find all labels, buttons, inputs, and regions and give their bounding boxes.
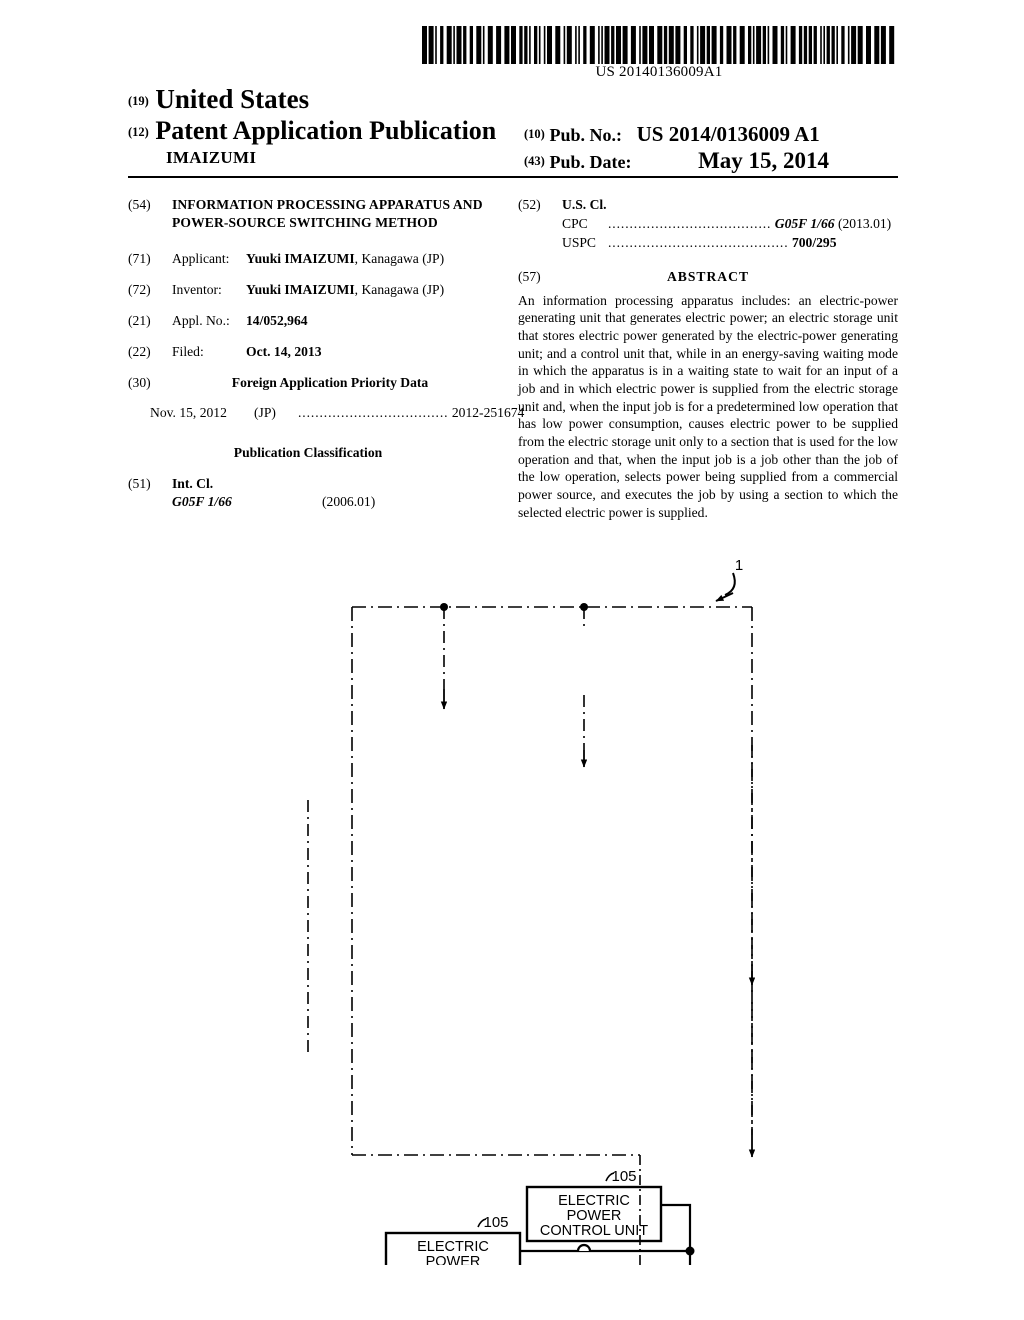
field-tag-54: (54) (128, 197, 151, 212)
publication-barcode (422, 26, 896, 64)
appl-no-value: 14/052,964 (246, 312, 308, 328)
ref-105-operating: 105 (611, 1168, 636, 1185)
kind-code-10: (10) (524, 127, 545, 141)
publication-classification-header: Publication Classification (233, 444, 383, 460)
foreign-priority-header: Foreign Application Priority Data (231, 374, 429, 390)
abstract-text: An information processing apparatus incl… (518, 292, 898, 520)
cpc-value: G05F 1/66 (774, 215, 835, 231)
kind-code-43: (43) (524, 154, 545, 168)
pub-no-value: US 2014/0136009 A1 (636, 122, 820, 146)
cpc-row: CPC.....................................… (562, 215, 898, 233)
kind-code-12: (12) (128, 125, 149, 139)
field-applicant: (71) Applicant: Yuuki IMAIZUMI, Kanagawa … (128, 250, 488, 268)
document-type: Patent Application Publication (155, 116, 497, 145)
bibliographic-right-column: (52) U.S. Cl. CPC.......................… (518, 196, 898, 521)
uspc-row: USPC....................................… (562, 234, 898, 252)
block-label-105op-l1: POWER (567, 1208, 622, 1224)
inventor-name: Yuuki IMAIZUMI (246, 281, 355, 297)
inventor-label: Inventor: (172, 281, 222, 297)
barcode-publication-number: US 20140136009A1 (595, 64, 723, 80)
ref-105-fax: 105 (483, 1214, 508, 1231)
field-title: (54) INFORMATION PROCESSING APPARATUS AN… (128, 196, 488, 233)
priority-leader-dots: ................................... (298, 404, 449, 420)
figure-reference-number: 1 (735, 557, 743, 574)
field-tag-57: (57) (518, 268, 541, 284)
country-name: United States (155, 84, 310, 114)
field-filed-date: (22) Filed: Oct. 14, 2013 (128, 343, 488, 361)
uspc-label: USPC (562, 234, 597, 250)
cpc-version: (2013.01) (834, 215, 892, 231)
applicant-label: Applicant: (172, 250, 230, 266)
us-cl-label: U.S. Cl. (562, 197, 607, 212)
field-tag-51: (51) (128, 475, 151, 491)
field-tag-72: (72) (128, 281, 151, 297)
field-foreign-priority: (30) Foreign Application Priority Data (128, 374, 488, 392)
uspc-leader-dots: ........................................… (608, 234, 789, 250)
abstract-header-row: (57) ABSTRACT (518, 268, 898, 286)
inventor-location: , Kanagawa (JP) (354, 281, 445, 297)
bibliographic-left-column: (54) INFORMATION PROCESSING APPARATUS AN… (128, 196, 524, 512)
country-line: (19) United States (128, 84, 309, 115)
priority-number: 2012-251674 (451, 404, 525, 420)
block-label-105op-l2: CONTROL UNIT (540, 1223, 648, 1239)
masthead: (19) United States (12) Patent Applicati… (128, 84, 898, 173)
figure-block-diagram: 1 100 101 POWER- SOURCE SWITCHING UNIT 1… (0, 545, 1024, 1265)
field-application-number: (21) Appl. No.: 14/052,964 (128, 312, 488, 330)
int-cl-label: Int. Cl. (172, 475, 214, 491)
masthead-divider (128, 176, 898, 178)
priority-country: (JP) (254, 404, 276, 420)
priority-date: Nov. 15, 2012 (150, 404, 227, 420)
int-cl-row: G05F 1/66 (2006.01) (172, 493, 488, 511)
int-cl-version: (2006.01) (322, 494, 376, 510)
uspc-value: 700/295 (791, 234, 837, 250)
abstract-header: ABSTRACT (666, 268, 750, 284)
field-tag-22: (22) (128, 343, 151, 359)
pub-no-label: Pub. No.: (549, 125, 622, 145)
publication-number-row: (10) Pub. No.: US 2014/0136009 A1 (524, 122, 820, 147)
pub-date-label: Pub. Date: (549, 152, 632, 172)
cpc-label: CPC (562, 215, 588, 231)
pub-date-value: May 15, 2014 (698, 148, 830, 173)
document-type-line: (12) Patent Application Publication (128, 116, 496, 146)
filed-label: Filed: (172, 343, 204, 359)
block-label-105fax-l1: POWER (426, 1254, 481, 1265)
field-tag-21: (21) (128, 312, 151, 328)
field-inventor: (72) Inventor: Yuuki IMAIZUMI, Kanagawa (… (128, 281, 488, 299)
inventor-surname: IMAIZUMI (166, 148, 257, 167)
cpc-leader-dots: ...................................... (608, 215, 772, 231)
field-tag-52: (52) (518, 197, 541, 212)
applicant-name: Yuuki IMAIZUMI (246, 250, 355, 266)
block-label-105fax-l0: ELECTRIC (417, 1239, 489, 1255)
field-tag-71: (71) (128, 250, 151, 266)
field-us-cl: (52) U.S. Cl. CPC.......................… (518, 196, 898, 252)
field-int-cl: (51) Int. Cl. G05F 1/66 (2006.01) (128, 475, 488, 512)
filed-value: Oct. 14, 2013 (246, 343, 322, 359)
priority-data-row: Nov. 15, 2012 (JP).......................… (128, 404, 524, 422)
publication-date-row: (43) Pub. Date: May 15, 2014 (524, 148, 829, 174)
int-cl-code: G05F 1/66 (172, 494, 232, 510)
appl-no-label: Appl. No.: (172, 312, 230, 328)
applicant-location: , Kanagawa (JP) (354, 250, 445, 266)
kind-code-19: (19) (128, 94, 149, 108)
block-label-105op-l0: ELECTRIC (558, 1193, 630, 1209)
invention-title: INFORMATION PROCESSING APPARATUS AND POW… (172, 197, 483, 231)
field-tag-30: (30) (128, 374, 151, 390)
